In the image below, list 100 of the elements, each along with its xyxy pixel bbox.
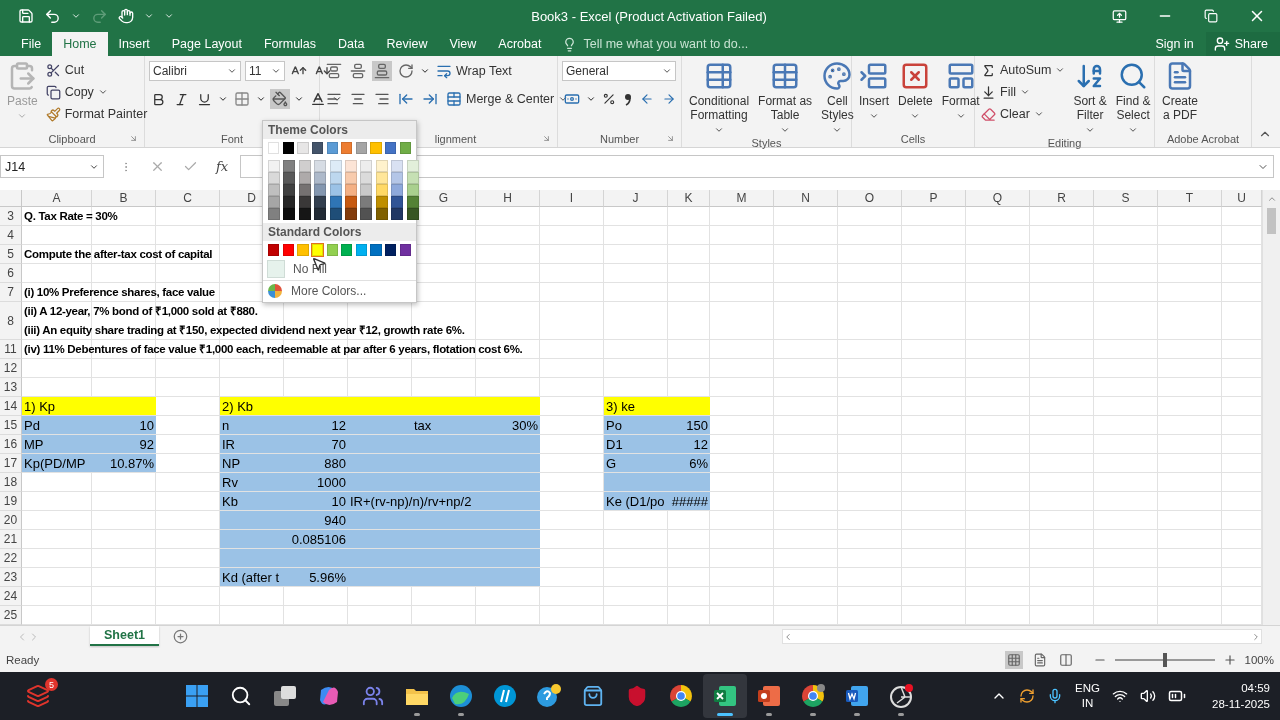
cell-text: 10.87%: [108, 455, 155, 472]
ribbon-tab[interactable]: Acrobat: [487, 32, 553, 56]
font-size-field[interactable]: 11: [245, 61, 285, 81]
column-header[interactable]: T: [1185, 191, 1194, 205]
clock[interactable]: 04:59 28-11-2025: [1212, 680, 1270, 712]
format-painter-button[interactable]: Format Painter: [43, 103, 150, 125]
language-indicator[interactable]: ENG IN: [1075, 681, 1100, 711]
merge-center-button[interactable]: Merge & Center: [444, 88, 571, 110]
ribbon-tab[interactable]: Formulas: [252, 32, 328, 56]
column-header[interactable]: K: [684, 191, 693, 205]
cell-text: 12: [692, 436, 709, 453]
cell-text: Kb: [221, 493, 239, 510]
window-title: Book3 - Excel (Product Activation Failed): [530, 8, 768, 24]
row-header[interactable]: 5: [0, 245, 22, 264]
row-header[interactable]: 6: [0, 264, 22, 283]
ribbon-tab[interactable]: Home: [52, 32, 108, 56]
cell-text: 10: [330, 493, 347, 510]
row-header[interactable]: 7: [0, 283, 22, 302]
row-header[interactable]: 16: [0, 435, 22, 454]
cell-text: 150: [685, 417, 709, 434]
cell-text: Kd (after t: [221, 569, 281, 586]
row-header[interactable]: 18: [0, 473, 22, 492]
column-header[interactable]: D: [247, 191, 256, 205]
row-header[interactable]: 20: [0, 511, 22, 530]
cell-text: Ke (D1/po: [605, 493, 666, 510]
row-header[interactable]: 13: [0, 378, 22, 397]
column-header[interactable]: N: [801, 191, 810, 205]
wrap-text-button[interactable]: Wrap Text: [434, 60, 514, 82]
number-format-field[interactable]: General: [562, 61, 676, 81]
style-button[interactable]: Cell Styles: [818, 59, 857, 137]
ribbon-tab[interactable]: Data: [327, 32, 376, 56]
column-header[interactable]: S: [1121, 191, 1130, 205]
row-header[interactable]: 19: [0, 492, 22, 511]
column-header[interactable]: I: [569, 191, 574, 205]
tell-me-field[interactable]: Tell me what you want to do...: [581, 36, 782, 52]
ribbon-tab[interactable]: File: [10, 32, 53, 56]
column-header[interactable]: O: [864, 191, 875, 205]
cell-text: 70: [330, 436, 347, 453]
group-label: lignment: [434, 132, 477, 145]
cell-text: n: [221, 417, 231, 434]
ribbon-tab[interactable]: View: [438, 32, 488, 56]
cell-text: 5.96%: [308, 569, 347, 586]
column-header[interactable]: U: [1237, 191, 1246, 205]
row-header[interactable]: 22: [0, 549, 22, 568]
row-header[interactable]: 12: [0, 359, 22, 378]
column-header[interactable]: H: [503, 191, 512, 205]
cell-text: IR: [221, 436, 236, 453]
share-button[interactable]: Share: [1205, 32, 1280, 56]
row-header[interactable]: 4: [0, 226, 22, 245]
column-header[interactable]: G: [438, 191, 449, 205]
cells-button[interactable]: Insert: [856, 59, 892, 130]
row-header[interactable]: 23: [0, 568, 22, 587]
cell-text: 3) ke: [605, 398, 636, 415]
name-box[interactable]: J14: [0, 155, 104, 178]
column-header[interactable]: C: [183, 191, 192, 205]
row-header[interactable]: 25: [0, 606, 22, 625]
row-header[interactable]: 21: [0, 530, 22, 549]
editing-button[interactable]: Sort & Filter: [1070, 59, 1110, 137]
cell-text: Pd: [23, 417, 41, 434]
cell-text: D1: [605, 436, 624, 453]
style-button[interactable]: Format as Table: [755, 59, 816, 137]
column-header[interactable]: P: [929, 191, 938, 205]
column-header[interactable]: M: [736, 191, 747, 205]
cell-text: tax: [413, 417, 433, 434]
create-pdf-button[interactable]: Create a PDF: [1159, 59, 1202, 130]
sign-in-link[interactable]: Sign in: [1155, 37, 1194, 51]
sheet-tab[interactable]: Sheet1: [90, 626, 159, 646]
column-header[interactable]: Q: [992, 191, 1003, 205]
ribbon-tab[interactable]: Page Layout: [160, 32, 253, 56]
cell-text: Q. Tax Rate = 30%: [23, 209, 119, 224]
row-header[interactable]: 8: [0, 302, 22, 340]
row-header[interactable]: 11: [0, 340, 22, 359]
more-colors-item[interactable]: More Colors...: [263, 282, 416, 300]
row-header[interactable]: 24: [0, 587, 22, 606]
style-button[interactable]: Conditional Formatting: [686, 59, 753, 137]
cell-text: 6%: [688, 455, 709, 472]
row-header[interactable]: 17: [0, 454, 22, 473]
column-header[interactable]: B: [119, 191, 128, 205]
ribbon-tab[interactable]: Review: [375, 32, 439, 56]
copy-button[interactable]: Copy: [43, 81, 150, 103]
editing-button[interactable]: Find & Select: [1112, 59, 1154, 137]
column-header[interactable]: R: [1057, 191, 1066, 205]
cut-button[interactable]: Cut: [43, 59, 150, 81]
column-header[interactable]: A: [52, 191, 61, 205]
group-label: Cells: [900, 132, 926, 145]
row-header[interactable]: 14: [0, 397, 22, 416]
ribbon-tab[interactable]: Insert: [107, 32, 161, 56]
column-header[interactable]: J: [632, 191, 639, 205]
row-header[interactable]: 15: [0, 416, 22, 435]
insert-function-button[interactable]: fx: [216, 159, 229, 174]
menu-heading: Theme Colors: [263, 121, 416, 139]
cell-text: (iv) 11% Debentures of face value ₹1,000 each, redeemable at par after 6 years, flotation cost 6%.: [23, 342, 524, 357]
row-header[interactable]: 3: [0, 207, 22, 226]
notification-badge: 5: [45, 678, 58, 691]
cell-text: (i) 10% Preference shares, face value: [23, 285, 216, 300]
cells-button[interactable]: Delete: [895, 59, 936, 130]
zoom-level-text: 100%: [1244, 654, 1274, 666]
cell-text: 940: [323, 512, 347, 529]
cell-text: IR+(rv-np)/n)/rv+np/2: [349, 493, 473, 510]
font-name-field[interactable]: Calibri: [149, 61, 241, 81]
